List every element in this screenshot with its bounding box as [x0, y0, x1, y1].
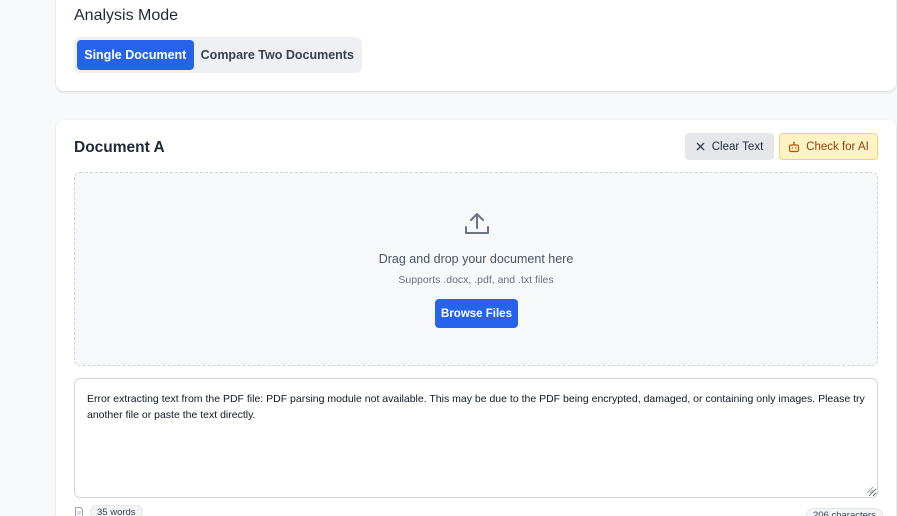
compare-documents-button[interactable]: Compare Two Documents [196, 40, 359, 70]
clear-text-button[interactable]: Clear Text [685, 133, 774, 160]
analysis-mode-title: Analysis Mode [74, 7, 179, 24]
word-count-stat: 35 words [74, 505, 143, 516]
analysis-mode-toggle: Single Document Compare Two Documents [74, 37, 362, 73]
clear-text-label: Clear Text [711, 140, 764, 153]
character-count-stat: 206 characters [806, 505, 883, 516]
document-text-value: Error extracting text from the PDF file:… [87, 393, 865, 421]
browse-files-button[interactable]: Browse Files [435, 299, 518, 328]
dropzone-supported-formats: Supports .docx, .pdf, and .txt files [398, 274, 554, 286]
check-for-ai-label: Check for AI [806, 140, 869, 153]
upload-icon [465, 213, 489, 234]
robot-icon [789, 141, 800, 152]
resize-handle-icon[interactable] [866, 486, 874, 494]
character-count-badge: 206 characters [806, 508, 883, 516]
document-a-title: Document A [74, 139, 165, 156]
dropzone-instruction: Drag and drop your document here [378, 252, 574, 266]
file-dropzone[interactable]: Drag and drop your document here Support… [74, 172, 878, 366]
single-document-button[interactable]: Single Document [77, 40, 194, 70]
document-a-card: Document A Clear Text Check for AI Drag … [56, 120, 896, 516]
check-for-ai-button[interactable]: Check for AI [779, 133, 878, 160]
document-icon [75, 506, 83, 516]
document-text-input[interactable]: Error extracting text from the PDF file:… [74, 378, 878, 498]
word-count-badge: 35 words [90, 505, 143, 516]
analysis-mode-card: Analysis Mode Single Document Compare Tw… [56, 0, 896, 91]
close-icon [696, 142, 705, 151]
